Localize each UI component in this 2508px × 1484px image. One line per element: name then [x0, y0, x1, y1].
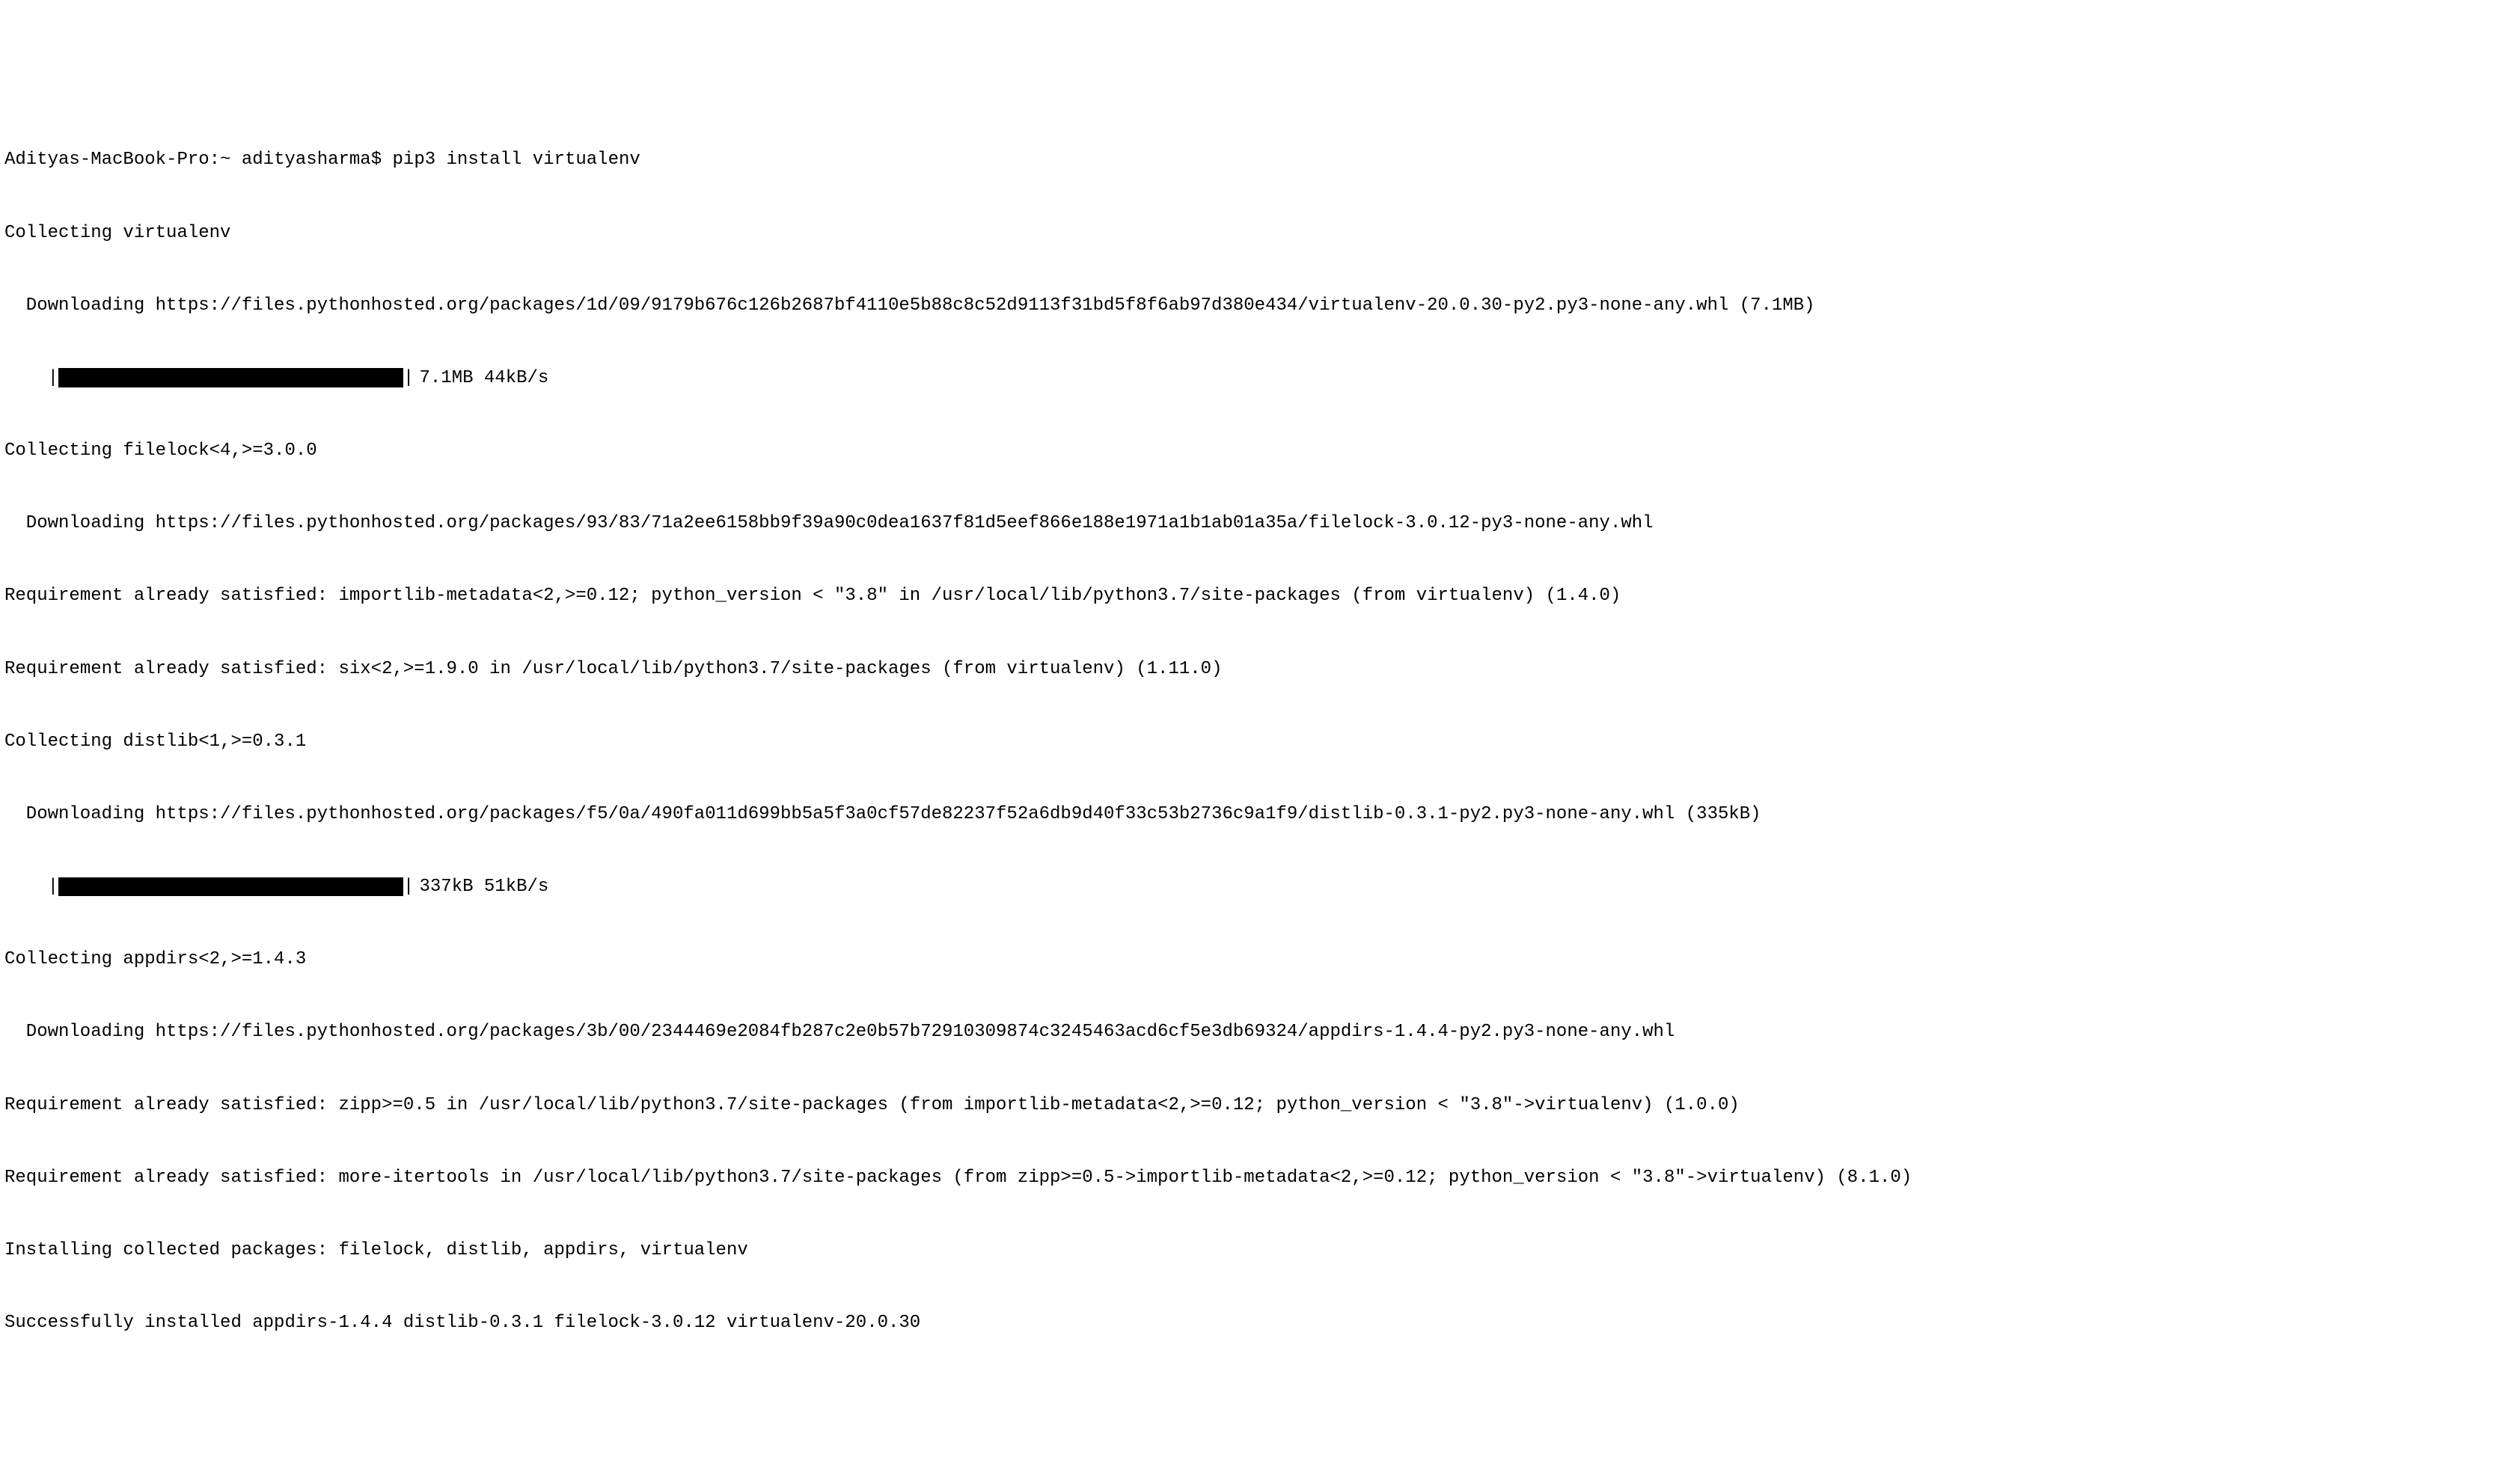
prompt-user: adityasharma [242, 150, 371, 170]
progress-bar-fill [58, 877, 403, 896]
output-line: Requirement already satisfied: importlib… [4, 584, 2504, 608]
prompt-path: ~ [220, 150, 230, 170]
output-line: Downloading https://files.pythonhosted.o… [4, 512, 2504, 536]
progress-pipe-icon: | [403, 367, 414, 390]
progress-pipe-icon: | [48, 367, 58, 390]
progress-bar-fill [58, 368, 403, 387]
progress-bar-container: | | [48, 875, 415, 899]
output-line: Collecting distlib<1,>=0.3.1 [4, 730, 2504, 754]
output-line: Requirement already satisfied: zipp>=0.5… [4, 1094, 2504, 1117]
output-line: Successfully installed appdirs-1.4.4 dis… [4, 1311, 2504, 1335]
output-line: Downloading https://files.pythonhosted.o… [4, 294, 2504, 318]
progress-row: | | 7.1MB 44kB/s [4, 367, 2504, 390]
prompt-line: Adityas-MacBook-Pro:~ adityasharma$ pip3… [4, 148, 2504, 172]
progress-pipe-icon: | [48, 875, 58, 899]
progress-stats: 337kB 51kB/s [419, 875, 548, 899]
progress-row: | | 337kB 51kB/s [4, 875, 2504, 899]
prompt-host: Adityas-MacBook-Pro [4, 150, 209, 170]
progress-pipe-icon: | [403, 875, 414, 899]
command-text: pip3 install virtualenv [393, 150, 640, 170]
output-line: Collecting filelock<4,>=3.0.0 [4, 439, 2504, 463]
output-line: Requirement already satisfied: six<2,>=1… [4, 657, 2504, 681]
output-line: Requirement already satisfied: more-iter… [4, 1166, 2504, 1190]
output-line: Collecting appdirs<2,>=1.4.3 [4, 948, 2504, 972]
output-line: Downloading https://files.pythonhosted.o… [4, 1020, 2504, 1044]
output-line: Installing collected packages: filelock,… [4, 1239, 2504, 1263]
progress-bar-container: | | [48, 367, 415, 390]
output-line: Downloading https://files.pythonhosted.o… [4, 803, 2504, 827]
prompt-symbol: $ [371, 150, 382, 170]
output-line: Collecting virtualenv [4, 221, 2504, 245]
terminal-output[interactable]: Adityas-MacBook-Pro:~ adityasharma$ pip3… [4, 100, 2504, 1360]
progress-stats: 7.1MB 44kB/s [419, 367, 548, 390]
